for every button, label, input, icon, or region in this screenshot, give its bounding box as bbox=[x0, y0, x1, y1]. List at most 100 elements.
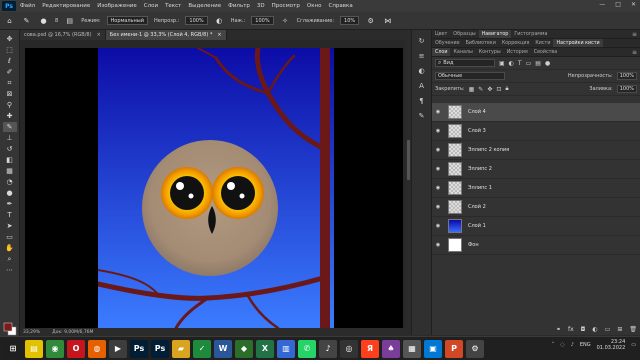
lasso-tool-icon[interactable]: ℓ bbox=[3, 56, 17, 66]
folder-icon[interactable]: ▰ bbox=[172, 339, 190, 358]
excel-icon[interactable]: X bbox=[256, 339, 274, 358]
language-indicator[interactable]: ENG bbox=[580, 342, 591, 348]
tab-learn[interactable]: Обучение bbox=[432, 39, 463, 47]
visibility-eye-icon[interactable]: ◉ bbox=[432, 166, 444, 172]
group-icon[interactable]: ▭ bbox=[605, 326, 611, 333]
menu-file[interactable]: Файл bbox=[20, 3, 35, 9]
menu-image[interactable]: Изображение bbox=[97, 3, 137, 9]
yandex-icon[interactable]: Я bbox=[361, 339, 379, 358]
lock-all-icon[interactable]: 🔒︎ bbox=[505, 85, 508, 93]
type-tool-icon[interactable]: T bbox=[3, 210, 17, 220]
zoom-level[interactable]: 33,29% bbox=[23, 330, 40, 335]
doc-size[interactable]: Док: 9,00M/6,76M bbox=[52, 330, 93, 335]
character-panel-icon[interactable]: A bbox=[416, 81, 428, 91]
whatsapp-icon[interactable]: ✆ bbox=[298, 339, 316, 358]
blend-mode-select[interactable]: Обычные bbox=[435, 72, 505, 80]
home-icon[interactable]: ⌂ bbox=[4, 15, 15, 26]
tool-icon[interactable]: ⚙ bbox=[466, 339, 484, 358]
volume-icon[interactable]: ♪ bbox=[571, 342, 574, 348]
doc-tab-untitled[interactable]: Без имени-1 @ 33,3% (Слой 4, RGB/8) * × bbox=[105, 30, 227, 40]
opacity-field[interactable]: 100% bbox=[185, 16, 208, 25]
eraser-tool-icon[interactable]: ◧ bbox=[3, 155, 17, 165]
layer-opacity-field[interactable]: 100% bbox=[616, 72, 637, 80]
network-icon[interactable]: ◌ bbox=[560, 342, 564, 348]
minimize-icon[interactable]: — bbox=[599, 1, 605, 8]
brush-settings-icon[interactable]: ▤ bbox=[64, 15, 75, 26]
brush-tool-icon[interactable]: ✎ bbox=[2, 122, 17, 132]
symmetry-icon[interactable]: ⋈ bbox=[382, 15, 393, 26]
visibility-eye-icon[interactable]: ◉ bbox=[432, 242, 444, 248]
visibility-eye-icon[interactable]: ◉ bbox=[432, 109, 444, 115]
lock-pixels-icon[interactable]: ✎ bbox=[478, 86, 483, 93]
calc-icon[interactable]: ▦ bbox=[403, 339, 421, 358]
marquee-tool-icon[interactable]: ⬚ bbox=[3, 45, 17, 55]
smoothing-options-icon[interactable]: ⚙ bbox=[365, 15, 376, 26]
photos-icon[interactable]: ▣ bbox=[424, 339, 442, 358]
layer-style-icon[interactable]: fx bbox=[568, 326, 574, 333]
doc-tab-owl[interactable]: сова.psd @ 16,7% (RGB/8) × bbox=[20, 30, 106, 40]
layer-mask-icon[interactable]: ◘ bbox=[581, 326, 586, 333]
layer-row[interactable]: ◉ Слой 4 bbox=[432, 103, 640, 122]
ppt-icon[interactable]: P bbox=[445, 339, 463, 358]
chrome-icon[interactable]: ◉ bbox=[46, 339, 64, 358]
lock-transparency-icon[interactable]: ▦ bbox=[469, 86, 475, 93]
layer-row[interactable]: ◉ Слой 2 bbox=[432, 198, 640, 217]
frame-tool-icon[interactable]: ⊠ bbox=[3, 89, 17, 99]
word-icon[interactable]: W bbox=[214, 339, 232, 358]
blur-tool-icon[interactable]: ◔ bbox=[3, 177, 17, 187]
game-icon[interactable]: ♠ bbox=[382, 339, 400, 358]
opera-icon[interactable]: O bbox=[67, 339, 85, 358]
camera-icon[interactable]: ◎ bbox=[340, 339, 358, 358]
brush-preset-icon[interactable]: ● bbox=[38, 15, 49, 26]
shape-tool-icon[interactable]: ▭ bbox=[3, 232, 17, 242]
gradient-tool-icon[interactable]: ▦ bbox=[3, 166, 17, 176]
photoshop-alt-icon[interactable]: Ps bbox=[151, 339, 169, 358]
menu-layers[interactable]: Слои bbox=[144, 3, 158, 9]
menu-view[interactable]: Просмотр bbox=[272, 3, 300, 9]
history-panel-icon[interactable]: ↻ bbox=[416, 36, 428, 46]
brush-tool-icon[interactable]: ✎ bbox=[21, 15, 32, 26]
menu-3d[interactable]: 3D bbox=[257, 3, 265, 9]
properties-panel-icon[interactable]: ≡ bbox=[416, 51, 428, 61]
visibility-eye-icon[interactable]: ◉ bbox=[432, 128, 444, 134]
hand-tool-icon[interactable]: ✋ bbox=[3, 243, 17, 253]
filter-toggle-icon[interactable]: ● bbox=[545, 60, 550, 67]
visibility-eye-icon[interactable]: ◉ bbox=[432, 204, 444, 210]
artwork-canvas[interactable] bbox=[98, 48, 334, 328]
maps-icon[interactable]: ◆ bbox=[235, 339, 253, 358]
audio-icon[interactable]: ♪ bbox=[319, 339, 337, 358]
quick-select-tool-icon[interactable]: ✐ bbox=[3, 67, 17, 77]
menu-filter[interactable]: Фильтр bbox=[228, 3, 250, 9]
filter-smart-icon[interactable]: ▤ bbox=[535, 60, 541, 67]
move-tool-icon[interactable]: ✥ bbox=[3, 34, 17, 44]
layer-row[interactable]: ◉ Эллипс 2 копия bbox=[432, 141, 640, 160]
visibility-eye-icon[interactable]: ◉ bbox=[432, 223, 444, 229]
more-tools-icon[interactable]: ⋯ bbox=[3, 265, 17, 275]
adjustments-panel-icon[interactable]: ◐ bbox=[416, 66, 428, 76]
paragraph-panel-icon[interactable]: ¶ bbox=[416, 96, 428, 106]
tab-layers[interactable]: Слои bbox=[432, 48, 451, 56]
crop-tool-icon[interactable]: ⌗ bbox=[3, 78, 17, 88]
photoshop-icon[interactable]: Ps bbox=[130, 339, 148, 358]
menu-help[interactable]: Справка bbox=[328, 3, 352, 9]
layer-row[interactable]: ◉ Эллипс 1 bbox=[432, 179, 640, 198]
tab-libraries[interactable]: Библиотеки bbox=[463, 39, 499, 47]
tab-navigator[interactable]: Навигатор bbox=[478, 30, 512, 38]
brush-panel-icon[interactable]: ✎ bbox=[416, 111, 428, 121]
tray-arrow-icon[interactable]: ˄ bbox=[552, 342, 555, 348]
pressure-opacity-icon[interactable]: ◐ bbox=[214, 15, 225, 26]
healing-tool-icon[interactable]: ✚ bbox=[3, 111, 17, 121]
link-layers-icon[interactable]: ⚭ bbox=[556, 326, 561, 333]
filter-pixel-icon[interactable]: ▣ bbox=[499, 60, 505, 67]
tab-channels[interactable]: Каналы bbox=[450, 48, 475, 56]
tab-adjustments[interactable]: Коррекция bbox=[499, 39, 533, 47]
menu-select[interactable]: Выделение bbox=[188, 3, 221, 9]
windows-start-icon[interactable]: ⊞ bbox=[4, 339, 22, 358]
visibility-eye-icon[interactable]: ◉ bbox=[432, 185, 444, 191]
smoothing-field[interactable]: 10% bbox=[340, 16, 360, 25]
close-tab-icon[interactable]: × bbox=[97, 32, 101, 38]
tab-history[interactable]: История bbox=[504, 48, 531, 56]
pen-tool-icon[interactable]: ✒ bbox=[3, 199, 17, 209]
clone-stamp-tool-icon[interactable]: ⊥ bbox=[3, 133, 17, 143]
eyedropper-tool-icon[interactable]: ⚲ bbox=[3, 100, 17, 110]
